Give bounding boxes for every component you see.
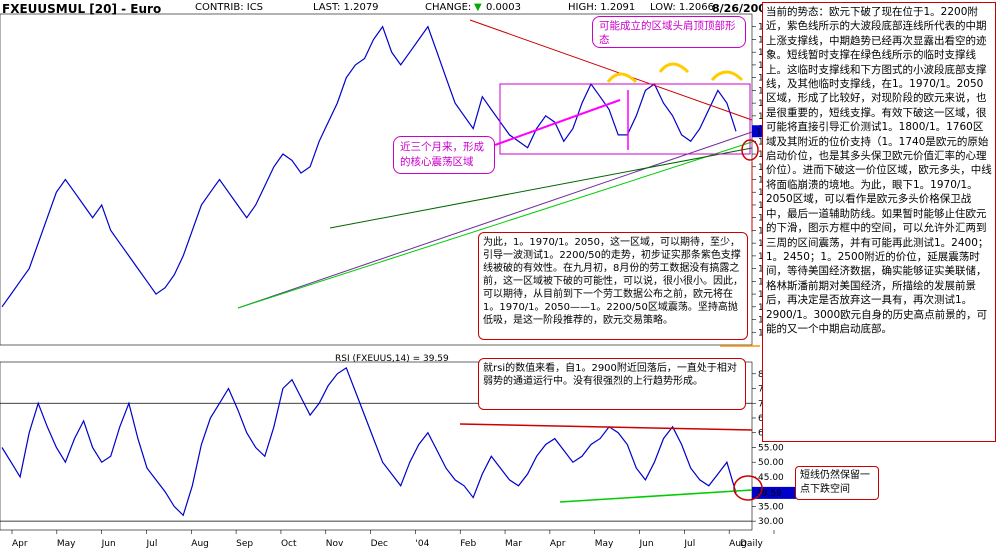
x-axis-label: Aug <box>191 539 209 549</box>
contrib-label: CONTRIB: ICS <box>195 2 264 13</box>
x-axis-label: Sep <box>236 539 253 549</box>
short-term-note: 短线仍然保留一点下跌空间 <box>795 466 879 500</box>
change-value: 0.0003 <box>486 2 521 13</box>
head-shoulders-note: 可能成立的区域头肩顶顶部形态 <box>592 16 746 48</box>
change-label: CHANGE: <box>425 2 472 13</box>
x-axis-label: Feb <box>460 539 476 549</box>
x-axis-label: Mar <box>505 539 522 549</box>
last-label: LAST: 1.2079 <box>313 2 379 13</box>
rsi-title: RSI (FXEUUS,14) = 39.59 <box>335 354 449 364</box>
rsi-ytick-label: 35.00 <box>758 502 784 512</box>
core-range-note: 近三个月来，形成的核心震荡区域 <box>393 136 495 174</box>
x-axis-label: Apr <box>12 539 28 549</box>
rsi-ytick-label: 30.00 <box>758 517 784 527</box>
x-axis-label: Jun <box>639 539 654 549</box>
x-axis-label: Jul <box>145 539 157 549</box>
low-label: LOW: 1.2066 <box>650 2 714 13</box>
change-arrow-icon: ▼ <box>474 2 482 13</box>
symbol-title: FXEUUSMUL [20] - Euro <box>2 2 162 16</box>
right-commentary-note: 当前的势态：欧元下破了现在位于1。2200附近，紫色线所示的大波段底部连线所代表… <box>762 2 996 442</box>
x-axis-label: Jun <box>101 539 116 549</box>
x-axis-label: Jul <box>683 539 695 549</box>
rsi-ytick-label: 45.00 <box>758 473 784 483</box>
x-axis-label: May <box>595 539 614 549</box>
x-axis-label: Nov <box>326 539 344 549</box>
rsi-commentary-note: 就rsi的数值来看，自1。2900附近回落后，一直处于相对弱势的通道运行中。没有… <box>478 358 746 410</box>
x-axis-label: Daily <box>740 539 763 549</box>
x-axis-label: Dec <box>371 539 388 549</box>
x-axis: Apr May Jun Jul Aug Sep Oct Nov Dec '04 Feb Mar Apr M… <box>11 530 775 549</box>
x-axis-label: '04 <box>415 539 429 549</box>
high-label: HIGH: 1.2091 <box>568 2 636 13</box>
x-axis-label: Apr <box>550 539 566 549</box>
rsi-ytick-label: 55.00 <box>758 443 784 453</box>
x-axis-label: Oct <box>281 539 297 549</box>
rsi-ytick-label: 50.00 <box>758 458 784 468</box>
x-axis-label: May <box>57 539 76 549</box>
middle-commentary-note: 为此，1。1970/1。2050，这一区域，可以期待，至少，引导一波测试1。22… <box>478 232 748 340</box>
